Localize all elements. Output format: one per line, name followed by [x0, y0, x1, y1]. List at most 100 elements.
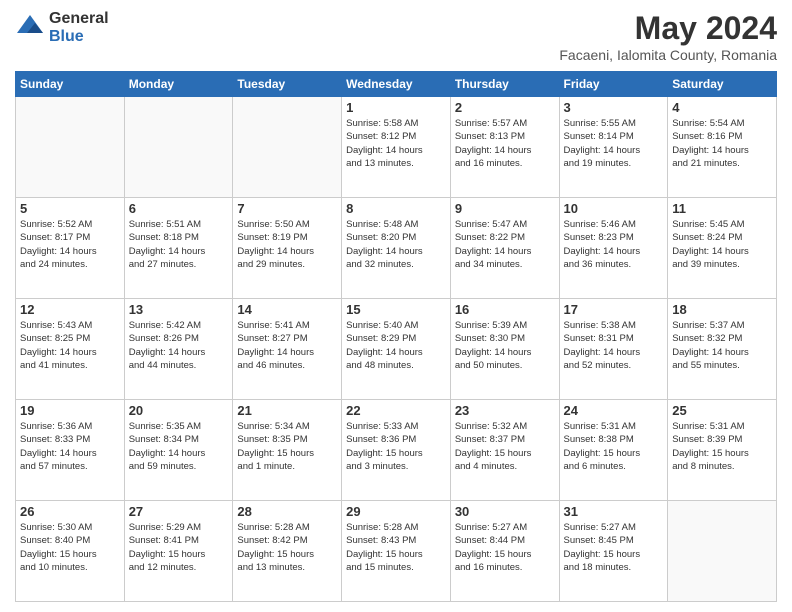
calendar-week-row: 12 Sunrise: 5:43 AM Sunset: 8:25 PM Dayli…: [16, 299, 777, 400]
table-row: 13Sunrise: 5:42 AM Sunset: 8:26 PM Dayli…: [124, 299, 233, 400]
main-title: May 2024: [559, 10, 777, 47]
day-info: Sunrise: 5:48 AM Sunset: 8:20 PM Dayligh…: [346, 218, 446, 271]
table-row: 7 Sunrise: 5:50 AM Sunset: 8:19 PM Daylig…: [233, 198, 342, 299]
table-row: [16, 97, 125, 198]
day-info: Sunrise: 5:47 AM Sunset: 8:22 PM Dayligh…: [455, 218, 555, 271]
day-number: 23: [455, 403, 555, 418]
day-number: 31: [564, 504, 664, 519]
day-info: Sunrise: 5:38 AM Sunset: 8:31 PM Dayligh…: [564, 319, 664, 372]
day-number: 30: [455, 504, 555, 519]
col-saturday: Saturday: [668, 72, 777, 97]
day-info: Sunrise: 5:31 AM Sunset: 8:38 PM Dayligh…: [564, 420, 664, 473]
calendar-header-row: Sunday Monday Tuesday Wednesday Thursday…: [16, 72, 777, 97]
table-row: 11 Sunrise: 5:45 AM Sunset: 8:24 PM Dayli…: [668, 198, 777, 299]
day-info: Sunrise: 5:32 AM Sunset: 8:37 PM Dayligh…: [455, 420, 555, 473]
table-row: 25 Sunrise: 5:31 AM Sunset: 8:39 PM Dayli…: [668, 400, 777, 501]
day-number: 7: [237, 201, 337, 216]
calendar-table: Sunday Monday Tuesday Wednesday Thursday…: [15, 71, 777, 602]
table-row: [124, 97, 233, 198]
day-number: 5: [20, 201, 120, 216]
table-row: 20Sunrise: 5:35 AM Sunset: 8:34 PM Dayli…: [124, 400, 233, 501]
day-info: Sunrise: 5:30 AM Sunset: 8:40 PM Dayligh…: [20, 521, 120, 574]
day-info: Sunrise: 5:46 AM Sunset: 8:23 PM Dayligh…: [564, 218, 664, 271]
day-info: Sunrise: 5:57 AM Sunset: 8:13 PM Dayligh…: [455, 117, 555, 170]
logo: General Blue: [15, 10, 109, 45]
day-info: Sunrise: 5:45 AM Sunset: 8:24 PM Dayligh…: [672, 218, 772, 271]
day-number: 25: [672, 403, 772, 418]
table-row: 14Sunrise: 5:41 AM Sunset: 8:27 PM Dayli…: [233, 299, 342, 400]
table-row: 1 Sunrise: 5:58 AM Sunset: 8:12 PM Daylig…: [342, 97, 451, 198]
table-row: 4Sunrise: 5:54 AM Sunset: 8:16 PM Daylig…: [668, 97, 777, 198]
day-info: Sunrise: 5:28 AM Sunset: 8:43 PM Dayligh…: [346, 521, 446, 574]
table-row: 24 Sunrise: 5:31 AM Sunset: 8:38 PM Dayli…: [559, 400, 668, 501]
table-row: 3 Sunrise: 5:55 AM Sunset: 8:14 PM Daylig…: [559, 97, 668, 198]
table-row: 19 Sunrise: 5:36 AM Sunset: 8:33 PM Dayli…: [16, 400, 125, 501]
col-friday: Friday: [559, 72, 668, 97]
table-row: 29 Sunrise: 5:28 AM Sunset: 8:43 PM Dayli…: [342, 501, 451, 602]
day-number: 15: [346, 302, 446, 317]
day-number: 6: [129, 201, 229, 216]
day-info: Sunrise: 5:55 AM Sunset: 8:14 PM Dayligh…: [564, 117, 664, 170]
table-row: 28Sunrise: 5:28 AM Sunset: 8:42 PM Dayli…: [233, 501, 342, 602]
day-number: 17: [564, 302, 664, 317]
table-row: 17 Sunrise: 5:38 AM Sunset: 8:31 PM Dayli…: [559, 299, 668, 400]
day-number: 19: [20, 403, 120, 418]
day-number: 3: [564, 100, 664, 115]
col-sunday: Sunday: [16, 72, 125, 97]
day-number: 12: [20, 302, 120, 317]
table-row: 15 Sunrise: 5:40 AM Sunset: 8:29 PM Dayli…: [342, 299, 451, 400]
table-row: 18 Sunrise: 5:37 AM Sunset: 8:32 PM Dayli…: [668, 299, 777, 400]
day-number: 11: [672, 201, 772, 216]
day-info: Sunrise: 5:40 AM Sunset: 8:29 PM Dayligh…: [346, 319, 446, 372]
day-info: Sunrise: 5:39 AM Sunset: 8:30 PM Dayligh…: [455, 319, 555, 372]
title-block: May 2024 Facaeni, Ialomita County, Roman…: [559, 10, 777, 63]
page: General Blue May 2024 Facaeni, Ialomita …: [0, 0, 792, 612]
day-number: 22: [346, 403, 446, 418]
logo-general: General: [49, 10, 109, 28]
day-number: 4: [672, 100, 772, 115]
table-row: 9 Sunrise: 5:47 AM Sunset: 8:22 PM Daylig…: [450, 198, 559, 299]
table-row: 31 Sunrise: 5:27 AM Sunset: 8:45 PM Dayli…: [559, 501, 668, 602]
day-info: Sunrise: 5:31 AM Sunset: 8:39 PM Dayligh…: [672, 420, 772, 473]
table-row: 27Sunrise: 5:29 AM Sunset: 8:41 PM Dayli…: [124, 501, 233, 602]
day-info: Sunrise: 5:52 AM Sunset: 8:17 PM Dayligh…: [20, 218, 120, 271]
day-number: 1: [346, 100, 446, 115]
day-info: Sunrise: 5:43 AM Sunset: 8:25 PM Dayligh…: [20, 319, 120, 372]
day-number: 18: [672, 302, 772, 317]
day-number: 29: [346, 504, 446, 519]
calendar-week-row: 19 Sunrise: 5:36 AM Sunset: 8:33 PM Dayli…: [16, 400, 777, 501]
day-number: 21: [237, 403, 337, 418]
day-info: Sunrise: 5:41 AM Sunset: 8:27 PM Dayligh…: [237, 319, 337, 372]
table-row: 6 Sunrise: 5:51 AM Sunset: 8:18 PM Daylig…: [124, 198, 233, 299]
col-wednesday: Wednesday: [342, 72, 451, 97]
table-row: 23 Sunrise: 5:32 AM Sunset: 8:37 PM Dayli…: [450, 400, 559, 501]
col-thursday: Thursday: [450, 72, 559, 97]
day-number: 9: [455, 201, 555, 216]
logo-text: General Blue: [49, 10, 109, 45]
day-info: Sunrise: 5:51 AM Sunset: 8:18 PM Dayligh…: [129, 218, 229, 271]
day-info: Sunrise: 5:35 AM Sunset: 8:34 PM Dayligh…: [129, 420, 229, 473]
day-info: Sunrise: 5:37 AM Sunset: 8:32 PM Dayligh…: [672, 319, 772, 372]
col-monday: Monday: [124, 72, 233, 97]
table-row: 21 Sunrise: 5:34 AM Sunset: 8:35 PM Dayli…: [233, 400, 342, 501]
day-number: 2: [455, 100, 555, 115]
day-info: Sunrise: 5:58 AM Sunset: 8:12 PM Dayligh…: [346, 117, 446, 170]
table-row: 10 Sunrise: 5:46 AM Sunset: 8:23 PM Dayli…: [559, 198, 668, 299]
day-info: Sunrise: 5:27 AM Sunset: 8:45 PM Dayligh…: [564, 521, 664, 574]
col-tuesday: Tuesday: [233, 72, 342, 97]
day-info: Sunrise: 5:50 AM Sunset: 8:19 PM Dayligh…: [237, 218, 337, 271]
table-row: [668, 501, 777, 602]
day-info: Sunrise: 5:34 AM Sunset: 8:35 PM Dayligh…: [237, 420, 337, 473]
day-number: 10: [564, 201, 664, 216]
day-info: Sunrise: 5:33 AM Sunset: 8:36 PM Dayligh…: [346, 420, 446, 473]
day-number: 24: [564, 403, 664, 418]
table-row: [233, 97, 342, 198]
table-row: 22 Sunrise: 5:33 AM Sunset: 8:36 PM Dayli…: [342, 400, 451, 501]
subtitle: Facaeni, Ialomita County, Romania: [559, 47, 777, 63]
day-info: Sunrise: 5:42 AM Sunset: 8:26 PM Dayligh…: [129, 319, 229, 372]
header: General Blue May 2024 Facaeni, Ialomita …: [15, 10, 777, 63]
day-info: Sunrise: 5:36 AM Sunset: 8:33 PM Dayligh…: [20, 420, 120, 473]
calendar-week-row: 5 Sunrise: 5:52 AM Sunset: 8:17 PM Daylig…: [16, 198, 777, 299]
day-info: Sunrise: 5:28 AM Sunset: 8:42 PM Dayligh…: [237, 521, 337, 574]
day-info: Sunrise: 5:27 AM Sunset: 8:44 PM Dayligh…: [455, 521, 555, 574]
